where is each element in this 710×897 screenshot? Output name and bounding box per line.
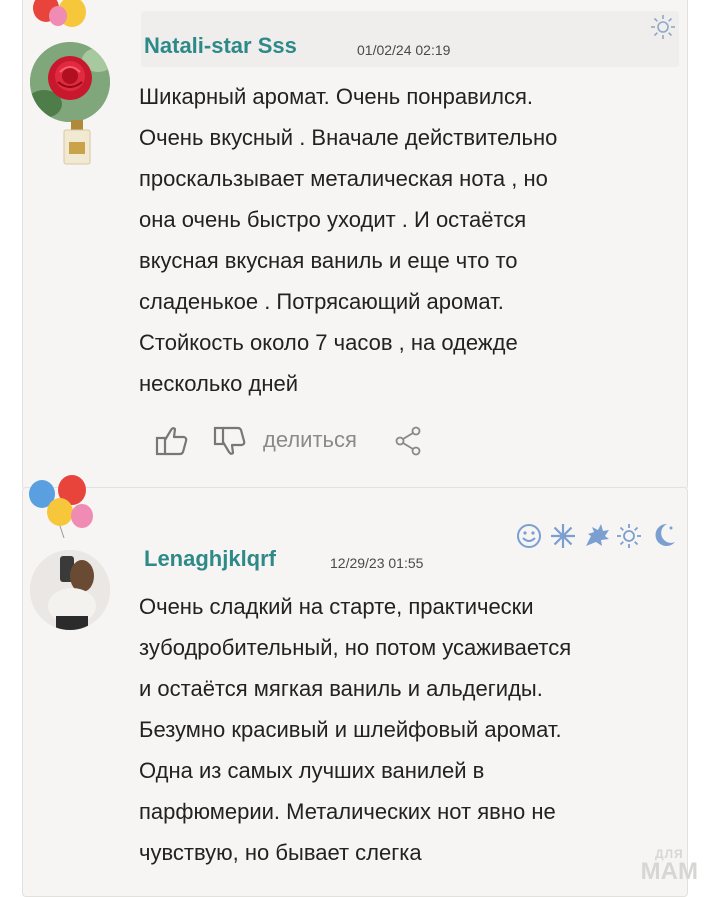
avatar[interactable] xyxy=(30,42,110,122)
smiley-icon xyxy=(517,524,541,548)
avatar[interactable] xyxy=(30,550,110,630)
comment-line: несколько дней xyxy=(139,371,299,396)
comment-line: вкусная вкусная ваниль и еще что то xyxy=(139,248,518,273)
comment-line: и остаётся мягкая ваниль и альдегиды. xyxy=(139,676,543,701)
sun-icon xyxy=(651,15,675,39)
comment-date: 01/02/24 02:19 xyxy=(357,42,451,58)
comment-line: Шикарный аромат. Очень понравился. xyxy=(139,84,533,109)
comment-line: она очень быстро уходит . И остаётся xyxy=(139,207,527,232)
comment-line: Очень вкусный . Вначале действительно xyxy=(139,125,558,150)
watermark-line-2: МАМ xyxy=(640,858,698,885)
share-button-label[interactable]: делиться xyxy=(263,427,357,453)
comment-line: Очень сладкий на старте, практически xyxy=(139,594,534,619)
comment-line: парфюмерии. Металических нот явно не xyxy=(139,799,556,824)
username[interactable]: Lenaghjklqrf xyxy=(144,546,276,572)
comment-line: проскальзывает металическая нота , но xyxy=(139,166,548,191)
comment-text: Очень сладкий на старте, практически зуб… xyxy=(139,586,571,873)
snowflake-icon xyxy=(551,524,575,548)
moon-icon xyxy=(655,523,675,546)
sun-icon xyxy=(617,524,641,548)
comment-line: Одна из самых лучших ванилей в xyxy=(139,758,485,783)
comment-date: 12/29/23 01:55 xyxy=(330,555,424,571)
balloons-icon xyxy=(29,475,93,538)
username[interactable]: Natali-star Sss xyxy=(144,33,297,59)
comment-line: Стойкость около 7 часов , на одежде xyxy=(139,330,518,355)
thumbs-down-icon[interactable] xyxy=(212,424,248,458)
comment-line: зубодробительный, но потом усаживается xyxy=(139,635,572,660)
comment-line: Безумно красивый и шлейфовый аромат. xyxy=(139,717,562,742)
user-photo-avatar-image xyxy=(30,550,110,630)
balloons-icon xyxy=(33,0,86,27)
comment-line: чувствую, но бывает слегка xyxy=(139,840,422,865)
leaf-icon xyxy=(586,524,609,546)
thumbs-up-icon[interactable] xyxy=(154,424,190,458)
site-watermark: ДЛЯ МАМ xyxy=(640,845,698,885)
comment-line: сладенькое . Потрясающий аромат. xyxy=(139,289,504,314)
perfume-bottle-icon xyxy=(63,120,91,165)
rose-avatar-image xyxy=(30,42,110,122)
share-icon[interactable] xyxy=(394,426,422,456)
comment-text: Шикарный аромат. Очень понравился. Очень… xyxy=(139,76,557,404)
